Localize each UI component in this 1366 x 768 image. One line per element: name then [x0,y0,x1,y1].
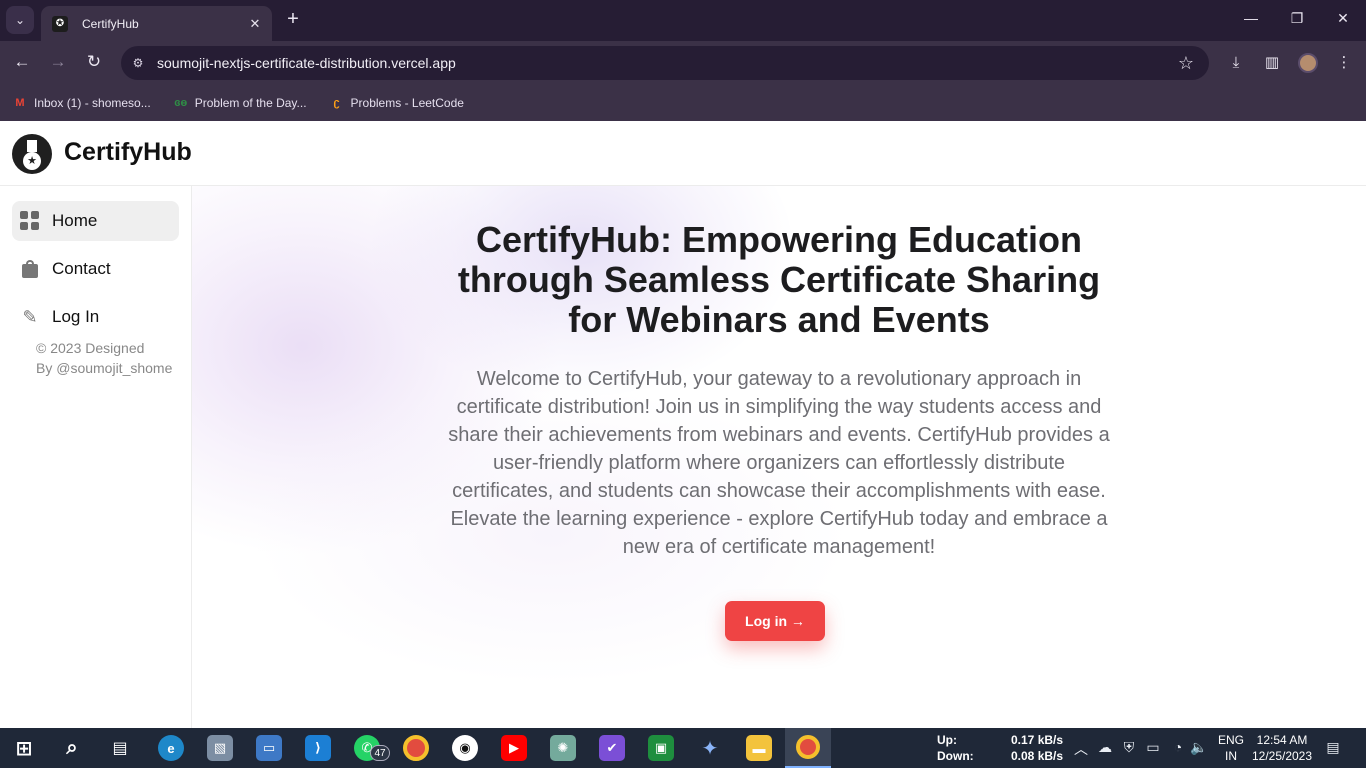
sidebar-item-label: Contact [52,259,111,278]
bookmark-star-icon[interactable]: ☆ [1174,53,1198,74]
browser-tab[interactable]: ✪ CertifyHub ✕ [41,6,272,41]
bookmark-label: Inbox (1) - shomeso... [34,95,151,110]
whatsapp-badge: 47 [370,745,390,761]
app-header: ★ CertifyHub [0,121,1366,186]
security-shield-icon[interactable]: ⛨ [1120,739,1138,756]
tab-search-button[interactable]: ⌄ [6,6,34,34]
reload-button[interactable]: ↻ [82,51,106,75]
login-cta-button[interactable]: Log in → [725,601,825,641]
task-view-icon[interactable]: ▤ [107,735,133,761]
medal-logo-icon[interactable]: ★ [12,134,52,174]
gemini-icon[interactable]: ✦ [697,735,723,761]
browser-toolbar: ← → ↻ ⚙ soumojit-nextjs-certificate-dist… [0,41,1366,84]
back-button[interactable]: ← [10,51,34,75]
logo-ribbon [27,140,37,152]
credit-line-2: By @soumojit_shome [36,360,173,376]
close-window-button[interactable]: ✕ [1333,10,1353,27]
sidebar-item-label: Log In [52,307,100,326]
notification-icon[interactable]: ▤ [1324,739,1342,756]
profile-avatar[interactable] [1298,53,1318,73]
clock-time: 12:54 AM [1256,733,1308,747]
tab-title: CertifyHub [82,16,139,31]
browser-tab-strip: ⌄ ✪ CertifyHub ✕ + — ❐ ✕ [0,0,1366,41]
sidebar-item-contact[interactable]: Contact [12,249,179,289]
battery-icon[interactable]: ▭ [1144,739,1162,756]
download-icon[interactable]: ⤓ [1224,51,1248,75]
site-info-icon[interactable]: ⚙ [129,54,147,72]
language-indicator[interactable]: ENG IN [1214,732,1248,764]
todo-icon[interactable]: ✔ [599,735,625,761]
vscode-icon[interactable]: ⟩ [305,735,331,761]
chrome-icon[interactable] [403,735,429,761]
edge-icon[interactable]: e [158,735,184,761]
sidebar: Home Contact ✎ Log In © 2023 Designed By… [0,186,192,728]
menu-icon[interactable]: ⋮ [1332,51,1356,75]
youtube-icon[interactable]: ▶ [501,735,527,761]
hero-description: Welcome to CertifyHub, your gateway to a… [448,368,1110,558]
bookmark-gmail[interactable]: M Inbox (1) - shomeso... [12,95,151,110]
main-content: CertifyHub: Empowering Education through… [192,186,1366,728]
minimize-button[interactable]: — [1241,10,1261,26]
file-explorer-icon[interactable]: ▬ [746,735,772,761]
sidebar-item-label: Home [52,211,98,230]
lang-line-2: IN [1225,749,1237,763]
gfg-icon: ɞɵ [174,96,188,109]
chatgpt-icon[interactable]: ✺ [550,735,576,761]
hero-headline: CertifyHub: Empowering Education through… [457,219,1101,340]
search-icon[interactable]: ⌕ [59,735,85,761]
credit-line-1: © 2023 Designed [36,340,145,356]
chevron-down-icon: ⌄ [14,13,26,27]
address-bar[interactable]: ⚙ soumojit-nextjs-certificate-distributi… [121,46,1209,80]
url-text[interactable]: soumojit-nextjs-certificate-distribution… [157,55,1174,71]
close-tab-icon[interactable]: ✕ [244,16,266,32]
clock[interactable]: 12:54 AM 12/25/2023 [1248,732,1316,764]
laptop-app-icon[interactable]: ▭ [256,735,282,761]
grid-icon [20,211,40,231]
sidebar-item-login[interactable]: ✎ Log In [12,297,179,337]
chrome-active-icon[interactable] [785,728,831,768]
net-up-value: 0.17 kB/s [1011,733,1064,747]
new-tab-button[interactable]: + [282,8,304,32]
net-up-label: Up: [937,733,957,747]
wifi-icon[interactable]: ◔ [1169,739,1187,755]
github-icon[interactable]: ◉ [452,735,478,761]
leetcode-icon: ʗ [333,96,340,109]
net-down-label: Down: [937,749,974,763]
bookmark-leetcode[interactable]: ʗ Problems - LeetCode [329,95,464,110]
speaker-icon[interactable]: 🔈 [1190,739,1208,756]
bag-icon [20,259,40,279]
side-panel-icon[interactable]: ▥ [1260,51,1284,75]
forward-button[interactable]: → [46,51,70,75]
lang-line-1: ENG [1217,733,1244,747]
sidebar-item-home[interactable]: Home [12,201,179,241]
bookmark-label: Problems - LeetCode [350,95,464,110]
bookmark-label: Problem of the Day... [194,95,307,110]
clock-date: 12/25/2023 [1251,749,1313,763]
brand-name[interactable]: CertifyHub [64,138,192,167]
chevron-up-icon[interactable]: ︿ [1072,739,1090,759]
login-icon: ✎ [22,307,38,327]
onedrive-cloud-icon[interactable]: ☁ [1096,739,1114,756]
image-viewer-icon[interactable]: ▧ [207,735,233,761]
logo-star: ★ [23,152,41,170]
net-down-value: 0.08 kB/s [1011,749,1064,763]
restore-button[interactable]: ❐ [1287,10,1307,27]
bookmark-gfg[interactable]: ɞɵ Problem of the Day... [173,95,307,110]
google-classroom-icon[interactable]: ▣ [648,735,674,761]
windows-start-icon[interactable]: ⊞ [11,735,37,761]
footer-credit: © 2023 Designed By @soumojit_shome [36,338,172,378]
certifyhub-favicon-icon: ✪ [52,15,68,32]
bookmarks-bar: M Inbox (1) - shomeso... ɞɵ Problem of t… [0,84,1366,121]
gmail-icon: M [15,96,25,109]
